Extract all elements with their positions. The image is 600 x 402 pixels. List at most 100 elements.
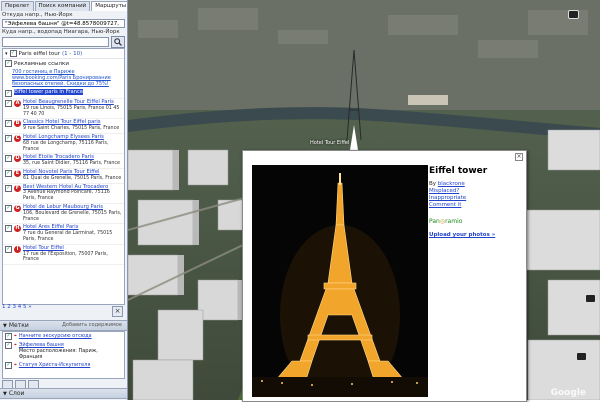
eiffel-tower-photo <box>252 165 428 397</box>
result-name[interactable]: Classics Hotel Tour Eiffel paris <box>23 119 101 125</box>
place-text: Статуя Христа-Искупителя <box>19 362 91 368</box>
result-name[interactable]: Best Western Hotel Au Trocadero <box>23 184 108 190</box>
results-checkbox[interactable]: ✓ <box>9 50 17 57</box>
layers-section-title: Слои <box>8 390 25 397</box>
result-checkbox[interactable]: ✓ <box>5 90 12 97</box>
comment-link[interactable]: Comment it <box>429 202 466 209</box>
search-button[interactable] <box>111 36 125 48</box>
map-marker-icon: D <box>14 155 21 163</box>
result-text: Hotel Beaugrenelle Tour Eiffel Paris 19 r… <box>23 99 122 117</box>
tab-find-businesses[interactable]: Поиск компаний <box>34 1 91 11</box>
pagination[interactable]: 1 2 3 4 5 » <box>2 304 32 310</box>
result-name[interactable]: Eiffel tower paris in France <box>14 89 84 95</box>
place-text: Начните экскурсию отсюда <box>19 333 92 339</box>
results-title: Paris eiffel tour <box>18 50 60 57</box>
place-name[interactable]: Статуя Христа-Искупителя <box>19 362 91 368</box>
result-checkbox[interactable]: ✓ <box>5 100 12 107</box>
place-item[interactable]: ✓ ⌖ Статуя Христа-Искупителя <box>3 361 124 370</box>
placemark-icon: ⌖ <box>14 342 17 348</box>
places-toolbar <box>2 380 39 389</box>
result-checkbox[interactable]: ✓ <box>5 225 12 233</box>
results-header: ▾ ✓ Paris eiffel tour (1 - 10) <box>3 49 124 59</box>
result-checkbox[interactable]: ✓ <box>5 120 12 128</box>
list-item[interactable]: ✓ B Classics Hotel Tour Eiffel paris 9 rue … <box>3 119 124 134</box>
place-item[interactable]: ✓ ⌖ Начните экскурсию отсюда <box>3 332 124 341</box>
result-address: 17 rue de l'Exposition, 75007 Paris, Fra… <box>23 251 108 263</box>
place-checkbox[interactable]: ✓ <box>5 362 12 369</box>
result-checkbox[interactable]: ✓ <box>5 169 12 177</box>
layers-section-header[interactable]: ▼ Слои <box>0 388 127 399</box>
list-item[interactable]: ✓ D Hotel Etoile Trocadero Paris 35, rue Sa… <box>3 154 124 169</box>
panoramio-logo[interactable]: Pan◎ramio <box>429 218 462 225</box>
result-name[interactable]: Hotel Ares Eiffel Paris <box>23 224 78 230</box>
close-results-button[interactable]: × <box>112 306 123 317</box>
result-name[interactable]: Hotel Novotel Paris Tour Eiffel <box>23 169 99 175</box>
result-text: Hotel Longchamp Elysees Paris 68 rue de L… <box>23 134 122 152</box>
list-item[interactable]: ✓ G Hotel de Lebur Maubourg Paris 106, Boul… <box>3 204 124 225</box>
result-checkbox[interactable]: ✓ <box>5 134 12 142</box>
list-item[interactable]: ✓ E Hotel Novotel Paris Tour Eiffel 61 Quai… <box>3 169 124 184</box>
result-name[interactable]: Hotel de Lebur Maubourg Paris <box>23 204 103 210</box>
map-marker-icon: C <box>14 134 21 142</box>
place-item[interactable]: ✓ ⌖ Эйфелева башня Место расположения: Пари… <box>3 341 124 361</box>
camera-poi-icon[interactable] <box>585 294 596 303</box>
result-text: Classics Hotel Tour Eiffel paris 9 rue Sa… <box>23 119 122 132</box>
list-item[interactable]: ✓ A Hotel Beaugrenelle Tour Eiffel Paris 19… <box>3 99 124 120</box>
ad-text[interactable]: 700 гостиниц в Париже www.booking.com/Pa… <box>3 68 124 89</box>
camera-poi-icon[interactable] <box>576 352 587 361</box>
result-text: Hotel Novotel Paris Tour Eiffel 61 Quai d… <box>23 169 122 182</box>
google-logo: Google <box>550 388 586 398</box>
map-marker-icon: A <box>14 100 21 107</box>
from-input-row <box>2 19 125 28</box>
author-link[interactable]: blackrone <box>438 181 465 187</box>
inappropriate-link[interactable]: Inappropriate <box>429 195 466 202</box>
to-input[interactable] <box>2 37 109 47</box>
result-text: Best Western Hotel Au Trocadero 3 Avenue … <box>23 184 122 202</box>
ad-title: Рекламные ссылки <box>14 60 69 67</box>
map-label-hotel[interactable]: Hotel Tour Eiffel <box>310 140 349 146</box>
tab-directions[interactable]: Маршруты <box>91 1 127 11</box>
places-section-header[interactable]: ▼ Метки Добавить содержимое <box>0 320 127 331</box>
places-section-title: Метки <box>8 322 29 329</box>
result-checkbox[interactable]: ✓ <box>5 155 12 163</box>
upload-photos-link[interactable]: Upload your photos » <box>429 232 495 238</box>
collapse-icon[interactable]: ▾ <box>5 51 8 57</box>
expand-arrow-icon: ▼ <box>3 391 7 397</box>
places-tree: ✓ ⌖ Начните экскурсию отсюда ✓ ⌖ Эйфелева баш… <box>2 331 125 379</box>
result-name[interactable]: Hotel Tour Eiffel <box>23 245 64 251</box>
tab-flyto[interactable]: Перелет <box>1 1 34 11</box>
list-item[interactable]: ✓ H Hotel Ares Eiffel Paris 7 rue du Genera… <box>3 224 124 245</box>
ad-checkbox[interactable]: ✓ <box>5 60 12 67</box>
list-item[interactable]: ✓ F Best Western Hotel Au Trocadero 3 Avenu… <box>3 184 124 204</box>
list-item[interactable]: ✓ I Hotel Tour Eiffel 17 rue de l'Expositio… <box>3 245 124 266</box>
misplaced-link[interactable]: Misplaced? <box>429 188 466 195</box>
photo-title: Eiffel tower <box>429 166 488 176</box>
panoramio-suffix: ramio <box>445 218 463 225</box>
place-checkbox[interactable]: ✓ <box>5 342 12 349</box>
ad-link[interactable]: 700 гостиниц в Париже www.booking.com/Pa… <box>12 69 111 87</box>
photo-meta: By blackrone Misplaced? Inappropriate Co… <box>429 181 466 209</box>
add-content-link[interactable]: Добавить содержимое <box>62 321 122 330</box>
result-text: Hotel Tour Eiffel 17 rue de l'Exposition,… <box>23 245 122 263</box>
to-input-row <box>2 36 125 48</box>
place-name[interactable]: Начните экскурсию отсюда <box>19 333 92 339</box>
result-name[interactable]: Hotel Etoile Trocadero Paris <box>23 154 94 160</box>
search-icon <box>114 38 122 46</box>
result-checkbox[interactable]: ✓ <box>5 245 12 253</box>
close-icon[interactable]: × <box>515 153 523 161</box>
result-checkbox[interactable]: ✓ <box>5 204 12 212</box>
from-input[interactable] <box>2 19 125 28</box>
result-name[interactable]: Hotel Longchamp Elysees Paris <box>23 134 104 140</box>
result-text: Eiffel tower paris in France <box>14 89 122 97</box>
list-item[interactable]: ✓ Eiffel tower paris in France <box>3 89 124 99</box>
result-name[interactable]: Hotel Beaugrenelle Tour Eiffel Paris <box>23 99 114 105</box>
left-sidebar: Перелет Поиск компаний Маршруты Откуда н… <box>0 0 128 400</box>
photo-info-balloon: × Eiffel tower By blackrone Misplaced? I… <box>242 150 527 402</box>
map-marker-icon: F <box>14 184 21 192</box>
camera-poi-icon[interactable] <box>568 10 579 19</box>
result-address: 35, rue Saint Didier, 75116 Paris, Franc… <box>23 161 120 167</box>
list-item[interactable]: ✓ C Hotel Longchamp Elysees Paris 68 rue de… <box>3 134 124 155</box>
place-checkbox[interactable]: ✓ <box>5 333 12 340</box>
panoramio-prefix: Pan <box>429 218 440 225</box>
result-checkbox[interactable]: ✓ <box>5 184 12 192</box>
